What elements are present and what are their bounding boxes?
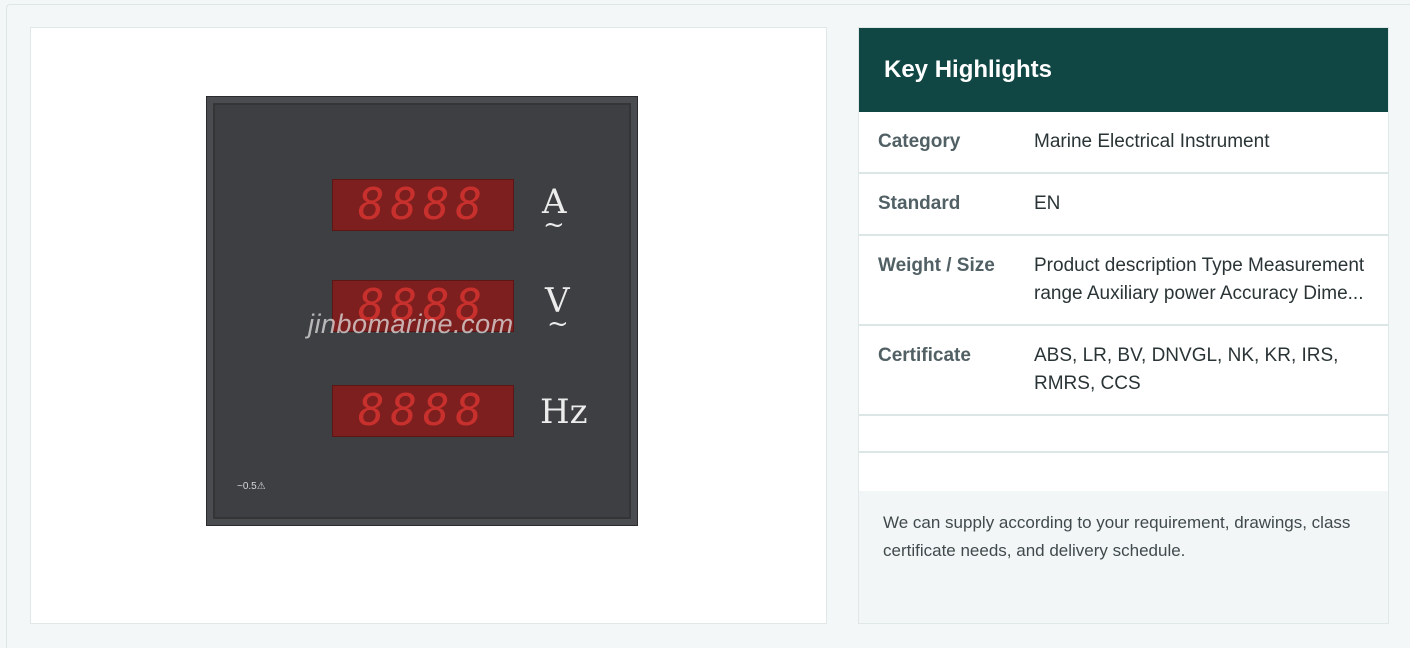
table-row: Category Marine Electrical Instrument [859,112,1388,174]
product-photo-meter-panel: 8888 A ~ 8888 V ~ 8888 Hz jinbomarine.co… [206,96,638,526]
accuracy-class-mark: ~0.5⚠ [237,481,266,492]
ac-symbol: ~ [547,309,569,339]
frequency-digits: 8888 [358,385,488,436]
row-label: Standard [859,173,1034,236]
row-value: ABS, LR, BV, DNVGL, NK, KR, IRS, RMRS, C… [1034,325,1388,416]
row-label: Weight / Size [859,235,1034,326]
table-row: Certificate ABS, LR, BV, DNVGL, NK, KR, … [859,325,1388,416]
ammeter-digits: 8888 [358,179,488,230]
row-value: Product description Type Measurement ran… [1034,235,1388,326]
hertz-unit-label: Hz [540,392,588,432]
empty-cell [1034,415,1388,453]
supply-note: We can supply according to your requirem… [859,491,1388,623]
table-row-empty [859,415,1388,453]
frequency-display: 8888 [332,385,514,437]
product-image-card[interactable]: 8888 A ~ 8888 V ~ 8888 Hz jinbomarine.co… [30,27,827,624]
table-row: Weight / Size Product description Type M… [859,235,1388,326]
ac-symbol: ~ [543,210,565,240]
empty-cell [859,415,1034,453]
row-label: Certificate [859,325,1034,416]
highlights-header: Key Highlights [859,28,1388,112]
table-row: Standard EN [859,173,1388,236]
row-value: EN [1034,173,1388,236]
row-label: Category [859,112,1034,174]
watermark-text: jinbomarine.com [308,309,514,339]
ammeter-display: 8888 [332,179,514,231]
highlights-title: Key Highlights [884,56,1053,83]
highlights-table: Category Marine Electrical Instrument St… [859,112,1388,453]
row-value: Marine Electrical Instrument [1034,112,1388,174]
key-highlights-panel: Key Highlights Category Marine Electrica… [858,27,1389,624]
